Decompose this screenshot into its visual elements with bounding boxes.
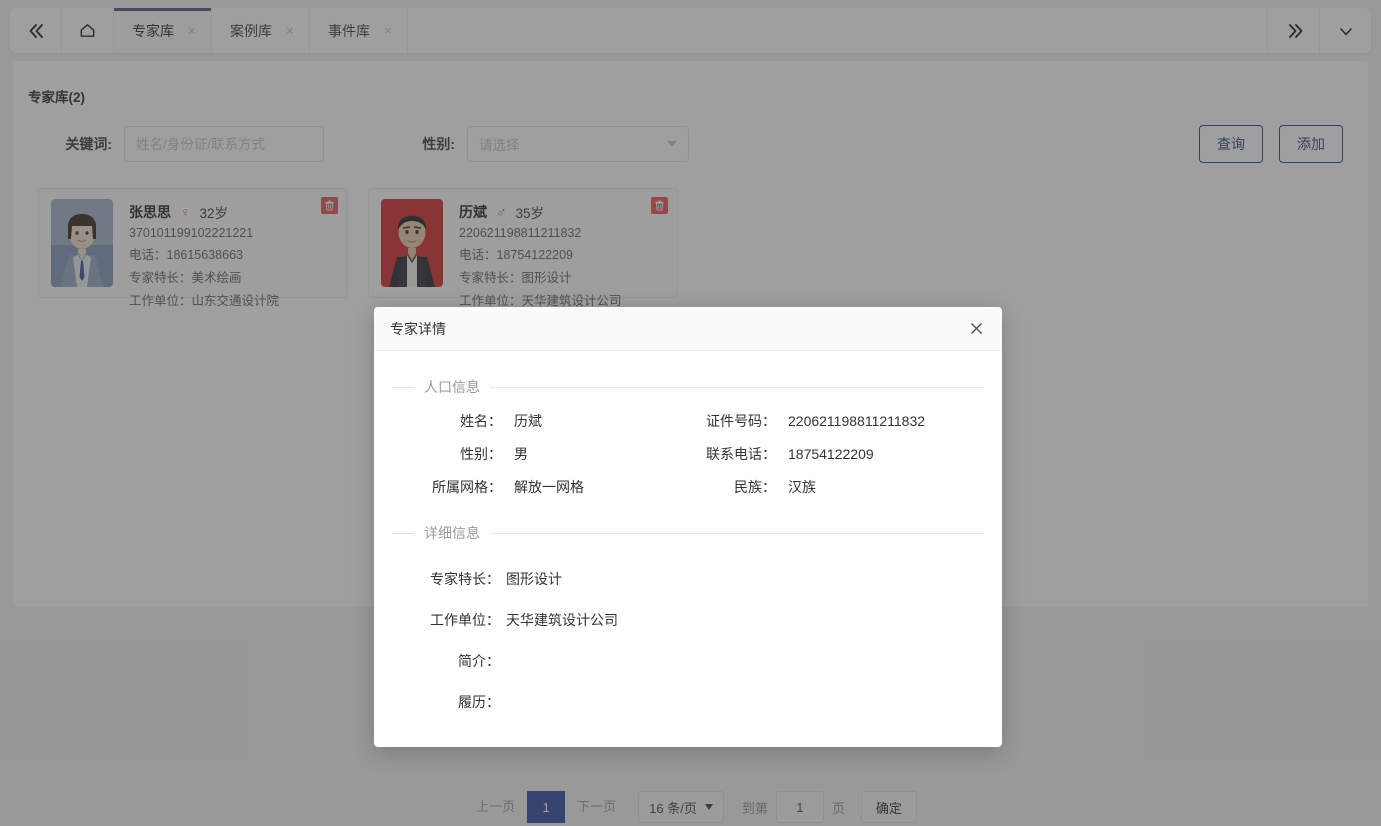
field-name: 姓名： 历斌 [392, 411, 688, 431]
field-label: 民族： [734, 479, 776, 495]
section-header-population: 人口信息 [392, 365, 984, 409]
field-label: 简介： [458, 653, 500, 669]
field-value: 解放一网格 [514, 479, 584, 495]
field-value: 汉族 [788, 479, 816, 495]
field-label: 所属网格： [432, 479, 502, 495]
section-title: 人口信息 [424, 379, 480, 395]
section-title: 详细信息 [424, 525, 480, 541]
field-label: 证件号码： [706, 413, 776, 429]
dialog-header: 专家详情 [374, 307, 1002, 351]
field-label: 性别： [460, 446, 502, 462]
expert-detail-dialog: 专家详情 人口信息 姓名： 历斌 证件号码： 22062119881121183… [374, 307, 1002, 747]
field-gender: 性别： 男 [392, 444, 688, 464]
app-root: 专家库 × 案例库 × 事件库 × [0, 0, 1381, 826]
population-info-grid: 姓名： 历斌 证件号码： 220621198811211832 性别： 男 联系… [392, 411, 984, 497]
section-rule [490, 532, 984, 534]
field-value: 220621198811211832 [788, 413, 926, 429]
close-icon[interactable] [964, 317, 988, 341]
field-label: 姓名： [460, 413, 502, 429]
dialog-title: 专家详情 [390, 320, 446, 337]
field-label: 专家特长： [430, 571, 500, 587]
dialog-body: 人口信息 姓名： 历斌 证件号码： 220621198811211832 性别：… [374, 365, 1002, 712]
section-dash [392, 532, 414, 534]
field-label: 履历： [458, 694, 500, 710]
field-value: 天华建筑设计公司 [506, 612, 618, 628]
field-specialty: 专家特长： 图形设计 [392, 569, 984, 589]
detail-info-list: 专家特长： 图形设计 工作单位： 天华建筑设计公司 简介： 履历： [392, 569, 984, 712]
section-rule [490, 386, 984, 388]
field-value: 男 [514, 446, 528, 462]
field-value: 18754122209 [788, 446, 874, 462]
field-workplace: 工作单位： 天华建筑设计公司 [392, 610, 984, 630]
field-ethnicity: 民族： 汉族 [688, 477, 984, 497]
close-glyph [970, 323, 982, 334]
section-dash [392, 386, 414, 388]
field-introduction: 简介： [392, 651, 984, 671]
field-phone: 联系电话： 18754122209 [688, 444, 984, 464]
field-resume: 履历： [392, 692, 984, 712]
field-idcard: 证件号码： 220621198811211832 [688, 411, 984, 431]
field-label: 工作单位： [430, 612, 500, 628]
field-grid: 所属网格： 解放一网格 [392, 477, 688, 497]
field-value: 历斌 [514, 413, 542, 429]
section-header-detail: 详细信息 [392, 511, 984, 555]
field-value: 图形设计 [506, 571, 562, 587]
field-label: 联系电话： [706, 446, 776, 462]
